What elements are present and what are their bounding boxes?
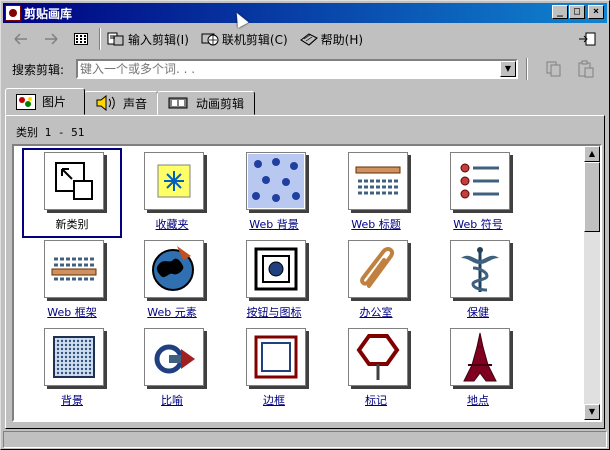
minimize-button[interactable]: _ xyxy=(552,5,568,19)
vertical-scrollbar[interactable]: ▲ ▼ xyxy=(584,146,600,420)
category-label: 新类别 xyxy=(55,218,89,231)
online-clips-label: 联机剪辑(C) xyxy=(221,32,288,47)
app-icon xyxy=(5,5,21,21)
category-web-frames[interactable]: Web 框架 xyxy=(22,236,122,326)
buttons-icon xyxy=(246,240,306,298)
category-label: 背景 xyxy=(61,394,83,407)
tab-sounds-label: 声音 xyxy=(123,96,148,111)
scroll-up-button[interactable]: ▲ xyxy=(584,146,600,162)
background-icon xyxy=(44,328,104,386)
category-label: 收藏夹 xyxy=(155,218,189,231)
category-signs[interactable]: 标记 xyxy=(326,324,426,414)
tab-panel: 类别 1 - 51 新类别 收藏夹 Web 背景 Web 标题 Web 符号 W… xyxy=(5,115,605,429)
category-label: 边框 xyxy=(263,394,285,407)
film-icon xyxy=(168,95,190,111)
category-office[interactable]: 办公室 xyxy=(326,236,426,326)
favorites-icon xyxy=(144,152,204,210)
pin-icon[interactable] xyxy=(575,28,599,50)
title-bar[interactable]: 剪贴画库 _ □ × xyxy=(3,3,607,23)
sign-icon xyxy=(348,328,408,386)
category-favorites[interactable]: 收藏夹 xyxy=(122,148,222,238)
help-book-icon xyxy=(299,31,318,47)
maximize-button[interactable]: □ xyxy=(569,5,585,19)
category-label: 保健 xyxy=(467,306,489,319)
category-label: 办公室 xyxy=(359,306,393,319)
close-button[interactable]: × xyxy=(588,5,604,19)
online-clips-icon xyxy=(201,31,219,47)
search-input[interactable] xyxy=(78,61,498,77)
web-banner-icon xyxy=(348,152,408,210)
category-label: Web 背景 xyxy=(249,218,299,231)
import-clips-icon xyxy=(107,31,125,47)
clip-gallery-window: 剪贴画库 _ □ × 输入剪辑(I) 联机剪辑(C) 帮助(H) 搜索剪辑: 键… xyxy=(0,0,610,450)
search-dropdown-button[interactable]: ▼ xyxy=(500,61,516,77)
help-button[interactable]: 帮助(H) xyxy=(299,28,364,50)
category-web-bullets[interactable]: Web 符号 xyxy=(428,148,528,238)
metaphor-icon xyxy=(144,328,204,386)
category-web-elements[interactable]: Web 元素 xyxy=(122,236,222,326)
tab-motion-clips[interactable]: 动画剪辑 xyxy=(157,91,256,115)
toolbar-separator xyxy=(99,28,101,50)
import-clips-label: 输入剪辑(I) xyxy=(128,32,189,47)
category-label: 按钮与图标 xyxy=(246,306,302,319)
category-backgrounds[interactable]: 背景 xyxy=(22,324,122,414)
tab-pictures[interactable]: 图片 xyxy=(5,88,86,115)
copy-icon[interactable] xyxy=(542,58,566,80)
web-background-icon xyxy=(246,152,306,210)
category-healthcare[interactable]: 保健 xyxy=(428,236,528,326)
online-clips-button[interactable]: 联机剪辑(C) xyxy=(201,28,288,50)
category-label: 地点 xyxy=(467,394,489,407)
arrow-left-icon[interactable] xyxy=(9,28,33,50)
search-row: 搜索剪辑: ▼ xyxy=(3,57,607,81)
eiffel-tower-icon xyxy=(450,328,510,386)
category-new[interactable]: 新类别 xyxy=(22,148,122,238)
tab-motion-clips-label: 动画剪辑 xyxy=(196,96,245,111)
search-combobox[interactable]: ▼ xyxy=(76,59,518,79)
category-grid: 新类别 收藏夹 Web 背景 Web 标题 Web 符号 Web 框架 Web … xyxy=(12,144,602,422)
category-web-banners[interactable]: Web 标题 xyxy=(326,148,426,238)
grid-icon[interactable] xyxy=(69,28,93,50)
category-label: Web 符号 xyxy=(453,218,503,231)
border-icon xyxy=(246,328,306,386)
caduceus-icon xyxy=(450,240,510,298)
web-elements-icon xyxy=(144,240,204,298)
search-separator xyxy=(526,58,528,80)
arrow-right-icon[interactable] xyxy=(39,28,63,50)
paste-icon[interactable] xyxy=(574,58,598,80)
pictures-icon xyxy=(16,93,36,110)
web-bullets-icon xyxy=(450,152,510,210)
category-label: Web 框架 xyxy=(47,306,97,319)
import-clips-button[interactable]: 输入剪辑(I) xyxy=(107,28,189,50)
category-label: Web 元素 xyxy=(147,306,197,319)
category-places[interactable]: 地点 xyxy=(428,324,528,414)
category-borders[interactable]: 边框 xyxy=(224,324,324,414)
scroll-thumb[interactable] xyxy=(584,162,600,232)
tab-sounds[interactable]: 声音 xyxy=(84,91,159,115)
category-metaphors[interactable]: 比喻 xyxy=(122,324,222,414)
scroll-down-button[interactable]: ▼ xyxy=(584,404,600,420)
window-title: 剪贴画库 xyxy=(24,6,73,21)
category-buttons-icons[interactable]: 按钮与图标 xyxy=(224,236,324,326)
new-category-icon xyxy=(44,152,104,210)
search-label: 搜索剪辑: xyxy=(12,62,65,77)
toolbar: 输入剪辑(I) 联机剪辑(C) 帮助(H) xyxy=(3,25,607,53)
help-label: 帮助(H) xyxy=(320,32,364,47)
category-web-backgrounds[interactable]: Web 背景 xyxy=(224,148,324,238)
web-frame-icon xyxy=(44,240,104,298)
paperclip-icon xyxy=(348,240,408,298)
status-bar xyxy=(3,431,607,448)
speaker-icon xyxy=(95,95,117,111)
category-range-label: 类别 1 - 51 xyxy=(16,126,85,139)
category-label: Web 标题 xyxy=(351,218,401,231)
tab-strip: 图片 声音 动画剪辑 xyxy=(5,88,256,115)
category-label: 比喻 xyxy=(161,394,183,407)
category-label: 标记 xyxy=(365,394,387,407)
tab-pictures-label: 图片 xyxy=(42,95,67,109)
